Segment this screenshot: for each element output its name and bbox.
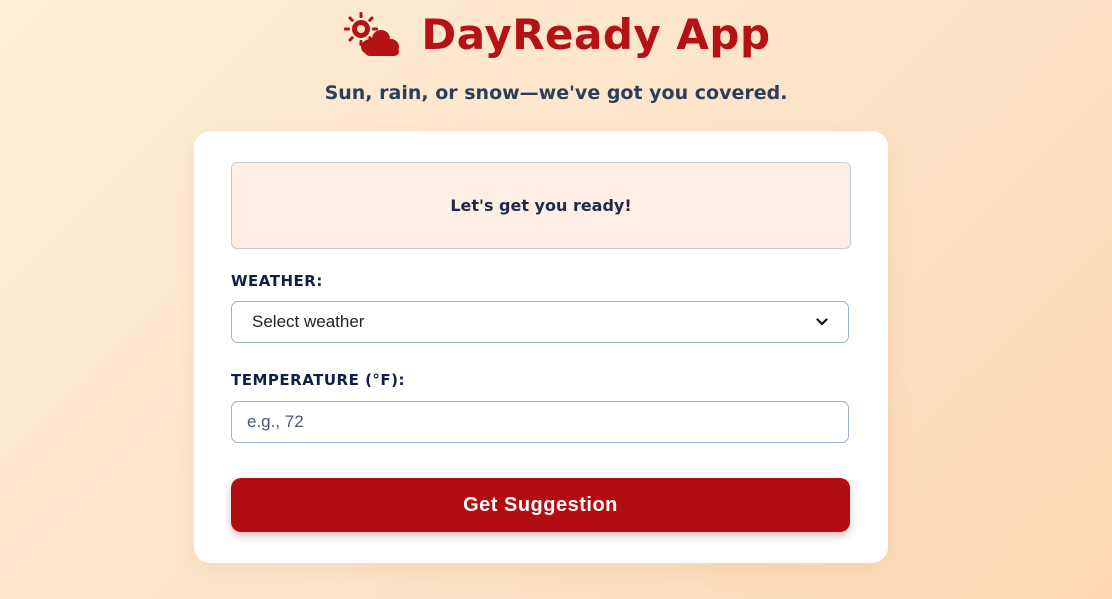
chevron-down-icon (816, 318, 828, 326)
suggestion-form-card: Let's get you ready! WEATHER: Select wea… (194, 131, 888, 563)
app-header: DayReady App (0, 10, 1112, 59)
status-message: Let's get you ready! (231, 162, 851, 249)
app-subtitle: Sun, rain, or snow—we've got you covered… (324, 82, 788, 104)
temperature-label: TEMPERATURE (°F): (231, 371, 406, 389)
temperature-input[interactable] (231, 401, 849, 443)
sun-cloud-icon (344, 11, 400, 56)
weather-select[interactable]: Select weather (231, 301, 849, 343)
weather-label: WEATHER: (231, 272, 323, 290)
get-suggestion-button[interactable]: Get Suggestion (231, 478, 850, 532)
app-title: DayReady App (421, 10, 771, 59)
weather-select-value: Select weather (252, 312, 365, 331)
